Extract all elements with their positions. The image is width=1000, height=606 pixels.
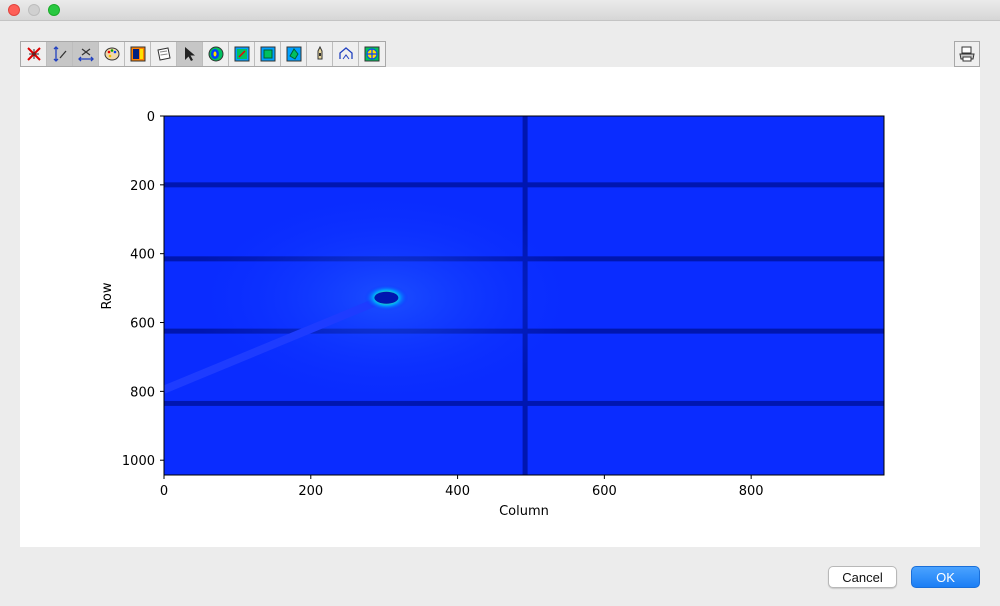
x-axis-label: Column [499, 504, 549, 519]
y-tick-label: 400 [130, 248, 155, 263]
y-tick-label: 800 [130, 385, 155, 400]
x-tick-label: 600 [592, 484, 617, 499]
y-tick-label: 200 [130, 179, 155, 194]
x-tick-label: 800 [739, 484, 764, 499]
y-tick-label: 0 [147, 110, 155, 125]
x-tick-label: 400 [445, 484, 470, 499]
cancel-button[interactable]: Cancel [828, 566, 897, 588]
x-tick-label: 0 [160, 484, 168, 499]
detector-image-plot[interactable]: 0 200 400 600 800 0 200 400 600 800 1000 Column R… [0, 0, 1000, 606]
y-tick-label: 1000 [122, 454, 155, 469]
y-axis-label: Row [100, 282, 115, 309]
ok-button[interactable]: OK [911, 566, 980, 588]
y-tick-label: 600 [130, 317, 155, 332]
beamstop [374, 291, 399, 304]
x-tick-label: 200 [298, 484, 323, 499]
